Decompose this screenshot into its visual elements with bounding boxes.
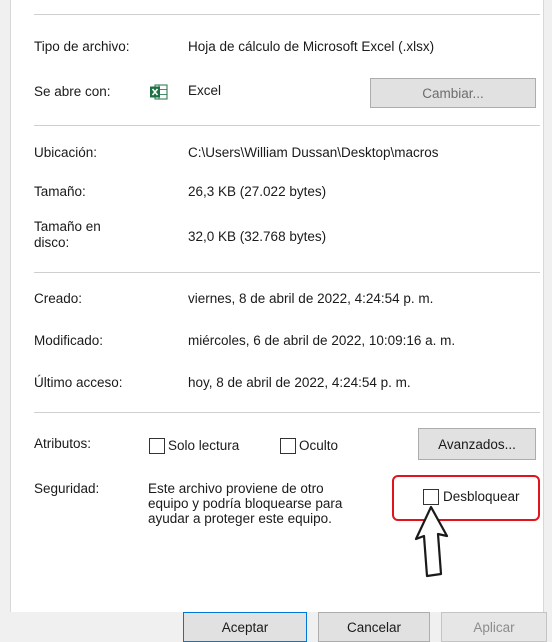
apply-button: Aplicar xyxy=(441,612,547,642)
created-label: Creado: xyxy=(34,291,83,306)
location-value: C:\Users\William Dussan\Desktop\macros xyxy=(188,145,439,160)
file-type-label: Tipo de archivo: xyxy=(34,39,130,54)
advanced-button[interactable]: Avanzados... xyxy=(418,428,536,460)
readonly-label[interactable]: Solo lectura xyxy=(168,438,239,454)
readonly-checkbox[interactable] xyxy=(149,438,165,454)
divider-2 xyxy=(34,272,540,273)
opens-with-label: Se abre con: xyxy=(34,84,111,99)
size-value: 26,3 KB (27.022 bytes) xyxy=(188,184,327,199)
modified-value: miércoles, 6 de abril de 2022, 10:09:16 … xyxy=(188,333,456,348)
accessed-value: hoy, 8 de abril de 2022, 4:24:54 p. m. xyxy=(188,375,411,390)
accessed-label: Último acceso: xyxy=(34,375,123,390)
modified-label: Modificado: xyxy=(34,333,104,348)
security-text-line1: Este archivo proviene de otro xyxy=(148,481,324,496)
security-text-line2: equipo y podría bloquearse para xyxy=(148,496,343,511)
file-type-value: Hoja de cálculo de Microsoft Excel (.xls… xyxy=(188,39,435,54)
divider-3 xyxy=(34,412,540,413)
hidden-label[interactable]: Oculto xyxy=(299,438,338,454)
security-label: Seguridad: xyxy=(34,481,100,496)
excel-icon xyxy=(150,84,168,100)
size-on-disk-label: Tamaño en disco: xyxy=(34,219,101,251)
attributes-label: Atributos: xyxy=(34,436,92,451)
security-text: Este archivo proviene de otro equipo y p… xyxy=(148,481,342,526)
size-on-disk-value: 32,0 KB (32.768 bytes) xyxy=(188,229,327,244)
location-label: Ubicación: xyxy=(34,145,98,160)
created-value: viernes, 8 de abril de 2022, 4:24:54 p. … xyxy=(188,291,434,306)
cancel-button[interactable]: Cancelar xyxy=(318,612,430,642)
change-button[interactable]: Cambiar... xyxy=(370,78,536,108)
security-text-line3: ayudar a proteger este equipo. xyxy=(148,511,332,526)
size-on-disk-label-line2: disco: xyxy=(34,235,70,250)
size-on-disk-label-line1: Tamaño en xyxy=(34,219,101,234)
divider-top xyxy=(34,14,540,15)
size-label: Tamaño: xyxy=(34,184,86,199)
pointer-arrow-annotation xyxy=(414,505,449,578)
ok-button[interactable]: Aceptar xyxy=(183,612,307,642)
opens-with-value: Excel xyxy=(188,83,222,98)
divider-1 xyxy=(34,125,540,126)
hidden-checkbox[interactable] xyxy=(280,438,296,454)
